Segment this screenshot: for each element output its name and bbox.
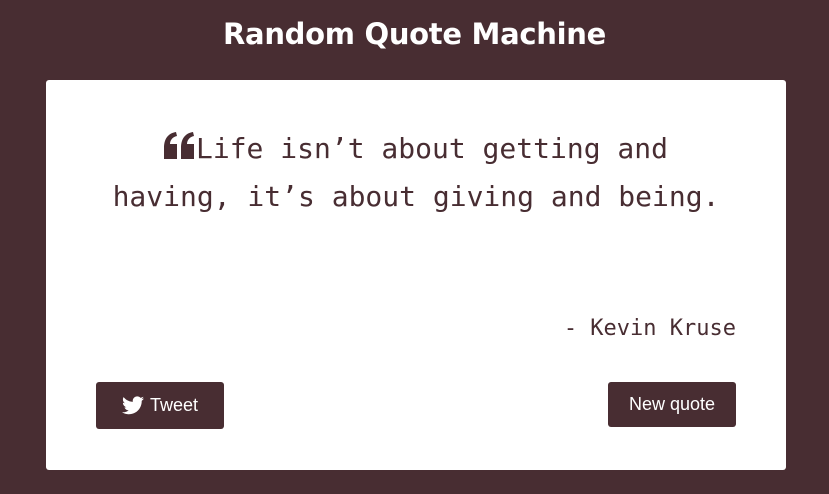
quote-text: Life isn’t about getting and having, it’… [112,132,720,213]
quote-text-block: Life isn’t about getting and having, it’… [106,125,726,221]
tweet-button[interactable]: Tweet [96,382,224,429]
tweet-button-label: Tweet [149,395,199,415]
quote-left-icon [163,132,194,159]
twitter-icon [121,396,144,415]
quote-box: Life isn’t about getting and having, it’… [46,80,786,470]
new-quote-button[interactable]: New quote [608,382,736,427]
page-title: Random Quote Machine [223,17,606,51]
quote-author: - Kevin Kruse [563,316,736,341]
